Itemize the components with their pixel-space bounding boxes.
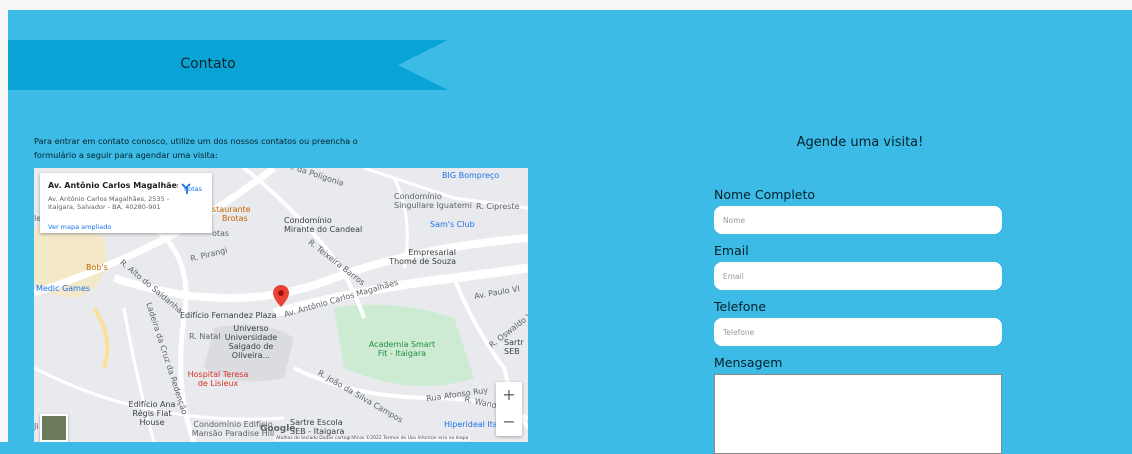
- name-label: Nome Completo: [714, 187, 816, 202]
- section-ribbon: Contato: [8, 40, 448, 90]
- embedded-map[interactable]: R. da Poligonia BIG Bompreço Condomínio …: [34, 168, 528, 442]
- message-label: Mensagem: [714, 355, 783, 370]
- map-label: Hiperideal Itai: [444, 420, 501, 429]
- zoom-out-button[interactable]: −: [496, 409, 522, 436]
- zoom-in-button[interactable]: +: [496, 382, 522, 409]
- map-label: R. Natal: [189, 332, 221, 341]
- map-label: Edifício Fernandez Plaza: [180, 311, 277, 320]
- map-label: Medic Games: [36, 284, 91, 293]
- place-address: Av. Antônio Carlos Magalhães, 2535 - Ita…: [48, 195, 170, 211]
- email-label: Email: [714, 243, 749, 258]
- map-label: Hospital Teresa de Lisieux: [187, 370, 249, 388]
- map-label: Universo Universidade Salgado de Oliveir…: [224, 324, 278, 360]
- directions-icon: [181, 183, 191, 194]
- map-label: BIG Bompreço: [442, 171, 500, 180]
- map-label: Edifício Ana Régis Flat House: [128, 400, 176, 427]
- enlarge-map-link[interactable]: Ver mapa ampliado: [48, 223, 111, 231]
- map-label: Sartr SEB: [504, 338, 524, 356]
- map-label: Ji: [34, 422, 39, 431]
- left-strip: [0, 0, 8, 442]
- map-attribution[interactable]: Atalhos do teclado Dados cartográficos ©…: [274, 436, 471, 441]
- name-field[interactable]: [714, 206, 1002, 234]
- phone-label: Telefone: [714, 299, 767, 314]
- directions-button[interactable]: Rotas: [180, 183, 206, 194]
- phone-field[interactable]: [714, 318, 1002, 346]
- satellite-toggle[interactable]: [40, 414, 68, 442]
- location-pin-icon[interactable]: [273, 285, 289, 307]
- map-label: Condomínio Singullare Iguatemi: [394, 192, 472, 210]
- map-label: Academia Smart Fit - Itaigara: [368, 340, 436, 358]
- map-label: Brotas: [222, 214, 248, 223]
- map-label: staurante: [212, 205, 251, 214]
- map-label: Bob's: [86, 263, 108, 272]
- email-field[interactable]: [714, 262, 1002, 290]
- form-title: Agende uma visita!: [796, 135, 924, 150]
- map-label: Sam's Club: [430, 220, 475, 229]
- message-field[interactable]: [714, 374, 1002, 454]
- map-label: Empresarial Thomé de Souza: [389, 248, 456, 266]
- map-label: Condomínio Mirante do Candeal: [284, 216, 363, 234]
- place-info-card: Av. Antônio Carlos Magalhães... Av. Antô…: [40, 173, 212, 233]
- section-title: Contato: [180, 56, 236, 72]
- zoom-control: + −: [496, 382, 522, 436]
- map-label: otas: [212, 229, 230, 238]
- map-label: R. Cipreste: [476, 202, 520, 211]
- place-name: Av. Antônio Carlos Magalhães...: [48, 181, 178, 190]
- top-strip: [0, 0, 1132, 10]
- map-label: Sartre Escola SEB - Itaigara: [290, 418, 345, 436]
- google-logo: Google: [260, 424, 296, 434]
- intro-text: Para entrar em contato conosco, utilize …: [34, 136, 358, 160]
